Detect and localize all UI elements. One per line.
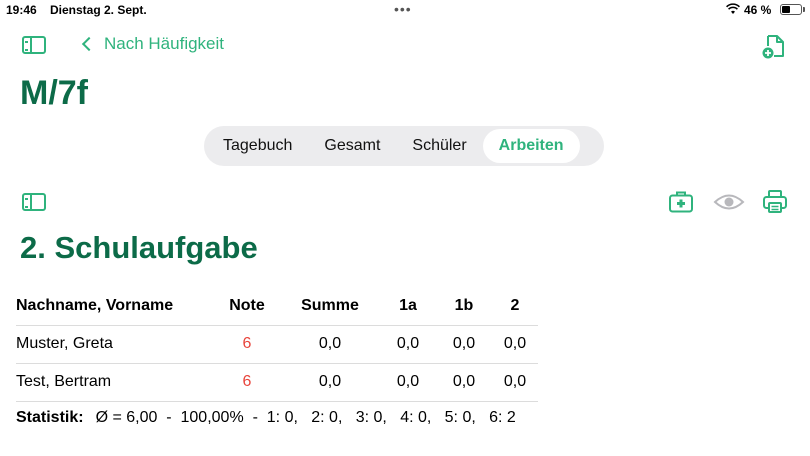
statistics-values: Ø = 6,00 - 100,00% - 1: 0, 2: 0, 3: 0, 4… [95,409,516,426]
sidebar-icon [22,193,46,211]
points-1a-cell: 0,0 [380,324,436,363]
points-1b-cell: 0,0 [436,362,492,402]
sum-cell: 0,0 [280,362,380,402]
sidebar-icon [22,36,46,54]
detail-sidebar-toggle-button[interactable] [22,193,46,211]
points-2-cell: 0,0 [492,362,538,402]
points-2-cell: 0,0 [492,324,538,363]
statistics-line: Statistik: Ø = 6,00 - 100,00% - 1: 0, 2: … [16,409,516,427]
tab-gesamt[interactable]: Gesamt [308,129,396,163]
grade-cell: 6 [214,362,280,402]
statistics-label: Statistik: [16,409,84,426]
points-1b-cell: 0,0 [436,324,492,363]
column-header-1b: 1b [454,296,474,314]
points-1a-cell: 0,0 [380,362,436,402]
column-header-2: 2 [510,296,520,314]
page-title: M/7f [20,74,88,112]
column-header-summe: Summe [301,296,359,314]
student-name: Muster, Greta [16,324,214,363]
view-segmented-control: Tagebuch Gesamt Schüler Arbeiten [204,126,604,166]
printer-icon[interactable] [762,189,788,215]
student-name: Test, Bertram [16,362,214,402]
table-row[interactable]: Test, Bertram 6 0,0 0,0 0,0 0,0 [16,362,538,402]
battery-icon [780,4,802,15]
tab-arbeiten[interactable]: Arbeiten [482,129,580,163]
exam-title: 2. Schulaufgabe [20,230,258,265]
back-button[interactable]: Nach Häufigkeit [80,34,224,54]
column-header-name: Nachname, Vorname [16,296,174,314]
battery-percent: 46 % [744,3,772,17]
first-aid-icon[interactable] [668,190,694,214]
sum-cell: 0,0 [280,324,380,363]
grade-cell: 6 [214,324,280,363]
wifi-icon [726,3,740,14]
back-button-label: Nach Häufigkeit [104,34,225,53]
chevron-left-icon [81,36,97,52]
column-header-1a: 1a [399,296,417,314]
table-row[interactable]: Muster, Greta 6 0,0 0,0 0,0 0,0 [16,324,538,363]
multitasking-dots[interactable]: ••• [394,1,412,17]
table-header-row: Nachname, Vorname Note Summe 1a 1b 2 [16,287,538,325]
grades-table: Nachname, Vorname Note Summe 1a 1b 2 Mus… [16,287,538,402]
tab-schueler[interactable]: Schüler [396,129,482,163]
status-time: 19:46 [6,3,37,17]
sidebar-toggle-button[interactable] [22,36,46,54]
status-date: Dienstag 2. Sept. [50,3,147,17]
battery-tip [803,7,805,12]
tab-tagebuch[interactable]: Tagebuch [207,129,308,163]
column-header-note: Note [229,296,265,314]
new-document-icon[interactable] [762,34,788,60]
eye-icon[interactable] [713,192,745,212]
status-bar: 19:46 Dienstag 2. Sept. ••• 46 % [0,0,810,20]
